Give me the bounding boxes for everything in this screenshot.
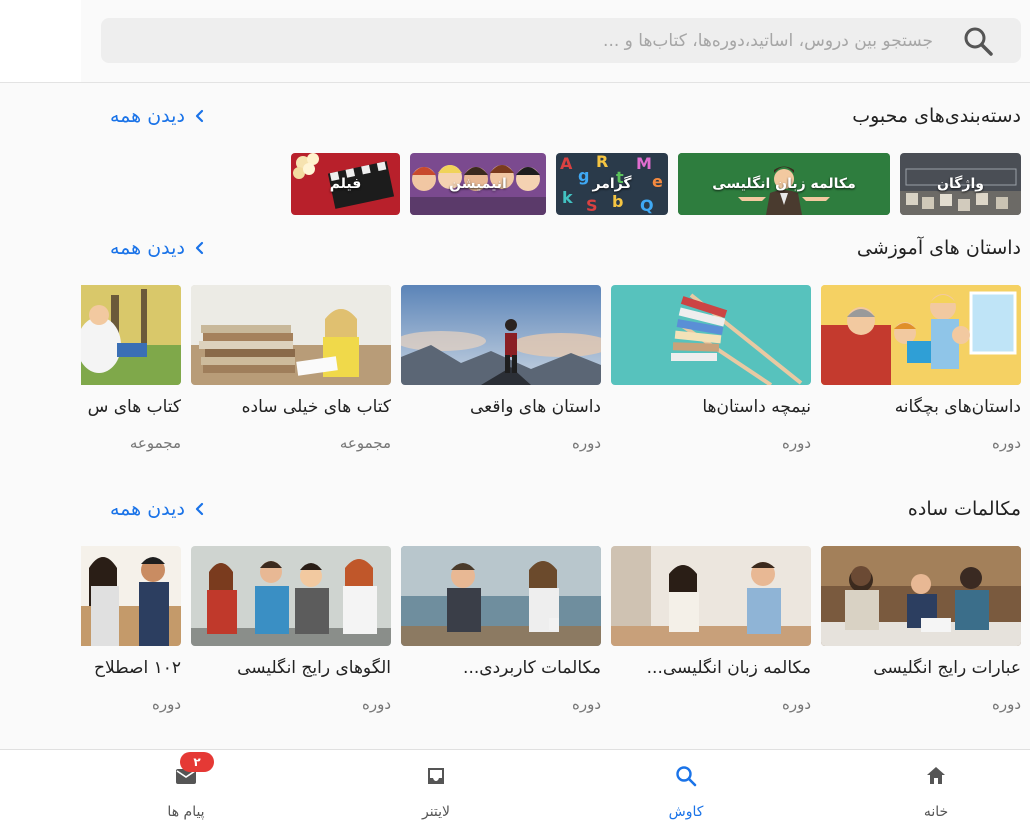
card-type: دوره bbox=[571, 434, 601, 452]
category-chip-grammar[interactable]: A g R t M e k S b Q گرامر bbox=[556, 153, 668, 215]
card-type: مجموعه bbox=[339, 434, 391, 452]
card-title: مکالمه زبان انگلیسی... bbox=[646, 658, 811, 678]
card-title: داستان‌های بچگانه bbox=[894, 397, 1021, 417]
card-title: الگوهای رایج انگلیسی bbox=[237, 658, 391, 678]
course-thumbnail bbox=[81, 546, 181, 646]
chip-label: واژگان bbox=[937, 176, 984, 192]
course-card[interactable]: مکالمات کاربردی... دوره bbox=[401, 546, 601, 713]
svg-text:g: g bbox=[578, 166, 589, 185]
section-title-conversations: مکالمات ساده bbox=[907, 498, 1021, 520]
card-title: کتاب های س bbox=[87, 397, 181, 417]
category-chip-animation[interactable]: انیمیشن bbox=[410, 153, 546, 215]
card-title: داستان های واقعی bbox=[469, 397, 601, 417]
svg-text:R: R bbox=[596, 153, 608, 171]
search-icon[interactable] bbox=[961, 24, 995, 58]
chevron-left-icon bbox=[195, 502, 204, 516]
course-card[interactable]: عبارات رایج انگلیسی دوره bbox=[821, 546, 1021, 713]
course-card[interactable]: داستان‌های بچگانه دوره bbox=[821, 285, 1021, 452]
card-title: کتاب های خیلی ساده bbox=[241, 397, 391, 417]
svg-text:A: A bbox=[560, 154, 573, 173]
home-icon bbox=[924, 764, 948, 788]
see-all-conversations[interactable]: دیدن همه bbox=[110, 498, 207, 520]
section-title-stories: داستان های آموزشی bbox=[856, 237, 1021, 259]
nav-label: پیام ها bbox=[167, 804, 205, 820]
explore-page: دسته‌بندی‌های محبوب دیدن همه واژگان مکال… bbox=[0, 0, 1030, 827]
chevron-left-icon bbox=[195, 109, 204, 123]
course-thumbnail bbox=[821, 285, 1021, 385]
see-all-label: دیدن همه bbox=[110, 105, 185, 127]
card-title: نیمچه داستان‌ها bbox=[702, 397, 811, 417]
course-thumbnail bbox=[611, 546, 811, 646]
card-type: مجموعه bbox=[129, 434, 181, 452]
course-thumbnail bbox=[611, 285, 811, 385]
course-thumbnail bbox=[191, 546, 391, 646]
course-card[interactable]: کتاب های خیلی ساده مجموعه bbox=[191, 285, 391, 452]
course-card[interactable]: کتاب های س مجموعه bbox=[81, 285, 181, 452]
mail-icon: ۲ bbox=[174, 752, 214, 788]
card-title: ۱۰۲ اصطلاح bbox=[93, 658, 181, 678]
nav-item-explore[interactable]: کاوش bbox=[626, 750, 746, 827]
svg-text:e: e bbox=[652, 172, 663, 191]
chip-label: انیمیشن bbox=[449, 176, 507, 192]
see-all-label: دیدن همه bbox=[110, 498, 185, 520]
nav-label: لایتنر bbox=[421, 804, 451, 820]
card-type: دوره bbox=[361, 695, 391, 713]
nav-item-home[interactable]: خانه bbox=[876, 750, 996, 827]
course-thumbnail bbox=[821, 546, 1021, 646]
chevron-left-icon bbox=[195, 241, 204, 255]
course-thumbnail bbox=[401, 285, 601, 385]
card-title: عبارات رایج انگلیسی bbox=[873, 658, 1021, 678]
nav-item-leitner[interactable]: لایتنر bbox=[376, 750, 496, 827]
card-type: دوره bbox=[571, 695, 601, 713]
see-all-categories[interactable]: دیدن همه bbox=[110, 105, 207, 127]
svg-text:k: k bbox=[562, 188, 573, 207]
category-chip-conversation[interactable]: مکالمه زبان انگلیسی bbox=[678, 153, 890, 215]
svg-text:M: M bbox=[636, 154, 652, 173]
unread-badge: ۲ bbox=[180, 752, 214, 772]
bottom-navigation: خانه کاوش لایتنر ۲ پیام ها bbox=[0, 749, 1030, 827]
course-thumbnail bbox=[81, 285, 181, 385]
search-icon bbox=[674, 764, 698, 788]
svg-text:b: b bbox=[612, 192, 623, 211]
nav-label: کاوش bbox=[668, 804, 704, 820]
see-all-label: دیدن همه bbox=[110, 237, 185, 259]
category-chip-film[interactable]: فیلم bbox=[291, 153, 400, 215]
left-strip bbox=[0, 0, 81, 82]
category-chip-vocabulary[interactable]: واژگان bbox=[900, 153, 1021, 215]
card-type: دوره bbox=[781, 695, 811, 713]
svg-text:S: S bbox=[586, 196, 598, 215]
course-card[interactable]: ۱۰۲ اصطلاح دوره bbox=[81, 546, 181, 713]
svg-text:Q: Q bbox=[640, 196, 654, 215]
card-type: دوره bbox=[991, 434, 1021, 452]
course-card[interactable]: الگوهای رایج انگلیسی دوره bbox=[191, 546, 391, 713]
course-card[interactable]: داستان های واقعی دوره bbox=[401, 285, 601, 452]
course-card[interactable]: مکالمه زبان انگلیسی... دوره bbox=[611, 546, 811, 713]
card-type: دوره bbox=[991, 695, 1021, 713]
chip-label: فیلم bbox=[329, 176, 362, 192]
see-all-stories[interactable]: دیدن همه bbox=[110, 237, 207, 259]
chip-label: گرامر bbox=[592, 176, 632, 192]
chip-label: مکالمه زبان انگلیسی bbox=[712, 176, 856, 192]
top-bar bbox=[0, 0, 1030, 83]
course-card[interactable]: نیمچه داستان‌ها دوره bbox=[611, 285, 811, 452]
search-input[interactable] bbox=[101, 18, 933, 63]
card-type: دوره bbox=[151, 695, 181, 713]
section-title-categories: دسته‌بندی‌های محبوب bbox=[852, 105, 1021, 127]
card-title: مکالمات کاربردی... bbox=[463, 658, 601, 678]
course-thumbnail bbox=[401, 546, 601, 646]
search-bar[interactable] bbox=[101, 18, 1021, 63]
course-thumbnail bbox=[191, 285, 391, 385]
nav-item-messages[interactable]: ۲ پیام ها bbox=[126, 750, 246, 827]
inbox-icon bbox=[424, 764, 448, 788]
card-type: دوره bbox=[781, 434, 811, 452]
nav-label: خانه bbox=[923, 804, 949, 820]
